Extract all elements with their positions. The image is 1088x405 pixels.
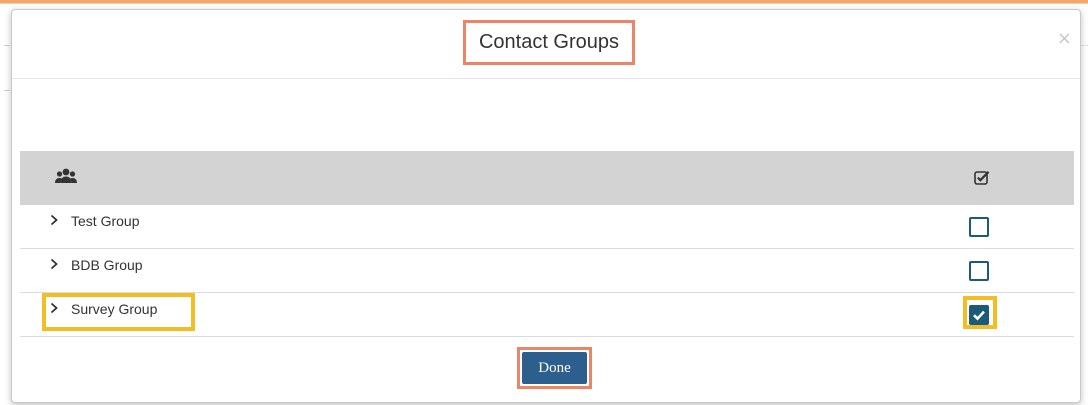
- groups-table: Test Group BDB Group Survey Group: [20, 151, 1074, 337]
- group-checkbox[interactable]: [969, 261, 989, 281]
- chevron-right-icon: [49, 257, 63, 273]
- group-name: Test Group: [71, 213, 140, 229]
- group-toggle[interactable]: BDB Group: [49, 257, 143, 273]
- table-row: BDB Group: [20, 249, 1074, 293]
- table-row: Survey Group: [20, 293, 1074, 337]
- close-icon[interactable]: ×: [1057, 30, 1072, 48]
- group-checkbox[interactable]: [969, 217, 989, 237]
- group-toggle[interactable]: Test Group: [49, 213, 139, 229]
- users-icon: [55, 168, 77, 191]
- top-accent-line: [0, 3, 1088, 4]
- group-name: Survey Group: [71, 301, 158, 317]
- background-divider: [4, 90, 10, 91]
- chevron-right-icon: [49, 213, 63, 229]
- page: Contact Groups × Test Group BDB Group Su…: [0, 0, 1088, 405]
- contact-groups-modal: Contact Groups × Test Group BDB Group Su…: [11, 9, 1081, 403]
- check-icon: [973, 310, 985, 321]
- modal-header: Contact Groups ×: [12, 10, 1080, 79]
- chevron-right-icon: [49, 301, 63, 317]
- group-toggle[interactable]: Survey Group: [49, 301, 157, 317]
- group-name: BDB Group: [71, 257, 143, 273]
- modal-title: Contact Groups: [463, 20, 635, 65]
- check-square-icon[interactable]: [974, 170, 990, 190]
- group-checkbox[interactable]: [969, 305, 989, 325]
- table-header: [20, 151, 1074, 205]
- done-button[interactable]: Done: [522, 352, 587, 384]
- table-row: Test Group: [20, 205, 1074, 249]
- background-divider: [4, 45, 10, 46]
- done-button-highlight: Done: [517, 347, 592, 389]
